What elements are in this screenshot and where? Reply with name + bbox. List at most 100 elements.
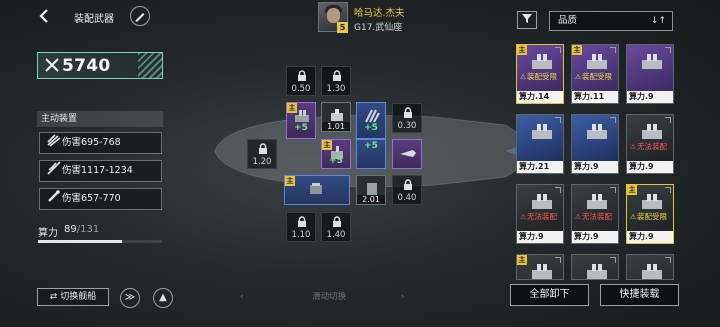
corner-marker <box>665 117 671 123</box>
locked-slot[interactable]: 1.40 <box>321 212 351 242</box>
lock-icon <box>333 216 341 227</box>
beam-emitter-icon <box>310 183 322 194</box>
equipped-slot[interactable]: +5 <box>356 102 386 139</box>
lock-icon <box>404 179 412 190</box>
slot-level: 2.01 <box>357 195 385 204</box>
slot-level: 1.01 <box>322 122 350 131</box>
equipped-slot[interactable] <box>392 139 422 169</box>
equip-status-text: 装配受限 <box>637 212 667 221</box>
compute-cost: 算力.9 <box>572 231 618 243</box>
compute-cost: 算力.9 <box>572 161 618 173</box>
slot-requirement: 0.30 <box>397 121 417 131</box>
main-weapon-tag: 主 <box>517 45 527 55</box>
lock-icon <box>298 70 306 81</box>
weapon-model-icon <box>587 54 607 69</box>
compute-current: 89 <box>64 224 77 235</box>
equip-status-text: 无法装配 <box>637 142 667 151</box>
equipment-card[interactable]: ⚠无法装配算力.9 <box>626 114 674 174</box>
sort-toggle-icon: ↓↑ <box>650 16 666 26</box>
equipment-card[interactable]: 算力.9 <box>626 44 674 104</box>
compute-cost: 算力.11 <box>572 91 618 103</box>
locked-slot[interactable]: 1.10 <box>286 212 316 242</box>
chevron-left-icon: ‹ <box>240 292 244 302</box>
equipped-slot[interactable]: 1.01 <box>321 102 351 132</box>
weapon-model-icon <box>642 54 662 69</box>
equip-status-text: 无法装配 <box>527 212 557 221</box>
weapon-model-icon <box>642 124 662 139</box>
swap-arrows-icon: ⇄ <box>49 292 61 302</box>
switch-ship-label: 切换舰船 <box>60 292 97 302</box>
corner-marker <box>665 187 671 193</box>
filter-button[interactable] <box>517 11 537 29</box>
locked-slot[interactable]: 0.30 <box>392 103 422 133</box>
equipped-slot[interactable]: 主 <box>284 175 350 205</box>
thruster-icon <box>400 150 416 157</box>
pilot-ship-name: G17.武仙座 <box>354 23 403 33</box>
warning-icon: ⚠ <box>629 213 637 221</box>
unequip-all-button[interactable]: 全部卸下 <box>510 284 589 306</box>
equipped-slot[interactable]: 主 +5 <box>321 139 351 169</box>
combat-power-panel: 5740 <box>37 52 163 79</box>
locked-slot[interactable]: 0.50 <box>286 66 316 96</box>
equip-status: ⚠装配受限 <box>574 71 612 82</box>
cannon-icon <box>331 109 343 121</box>
weapon-row[interactable]: 伤害657-770 <box>39 188 162 210</box>
warning-icon: ⚠ <box>629 143 637 151</box>
edit-button[interactable] <box>130 6 150 26</box>
wing-button[interactable]: ≫ <box>120 288 140 308</box>
locked-slot[interactable]: 1.20 <box>247 139 277 169</box>
equipment-card[interactable]: 主 <box>516 254 564 280</box>
equipment-card[interactable]: 算力.21 <box>516 114 564 174</box>
back-button[interactable] <box>36 7 54 25</box>
equip-status: ⚠无法装配 <box>574 211 612 222</box>
equipment-card[interactable] <box>571 254 619 280</box>
equip-status-text: 无法装配 <box>582 212 612 221</box>
turret-icon <box>295 110 309 122</box>
locked-slot[interactable]: 0.40 <box>392 175 422 205</box>
slot-requirement: 0.40 <box>397 193 417 203</box>
ship-emblem-button[interactable]: ▲ <box>153 288 173 308</box>
pencil-icon <box>135 13 145 22</box>
missile-salvo-icon <box>46 133 62 155</box>
equipped-slot[interactable]: 2.01 <box>356 175 386 205</box>
equipment-card[interactable]: ⚠无法装配算力.9 <box>571 184 619 244</box>
sort-dropdown[interactable]: 品质 ↓↑ <box>549 11 673 31</box>
corner-marker <box>610 47 616 53</box>
weapon-model-icon <box>532 124 552 139</box>
corner-marker <box>665 257 671 263</box>
missile-launcher-icon <box>365 109 380 123</box>
equipment-card[interactable]: 主 ⚠装配受限 算力.9 <box>626 184 674 244</box>
back-arrow-icon <box>39 9 48 23</box>
pilot-name: 哈马达.杰夫 <box>354 8 405 19</box>
rocket-icon <box>46 189 62 211</box>
swipe-hint-label: 滑动切换 <box>312 292 347 302</box>
switch-ship-button[interactable]: ⇄ 切换舰船 <box>37 288 109 306</box>
compute-cost: 算力.9 <box>627 91 673 103</box>
locked-slot[interactable]: 1.30 <box>321 66 351 96</box>
lock-icon <box>298 216 306 227</box>
equipped-slot[interactable]: +5 <box>356 139 386 169</box>
equip-status: ⚠装配受限 <box>629 211 667 222</box>
warning-icon: ⚠ <box>519 73 527 81</box>
upgrade-level: +5 <box>364 140 378 151</box>
compute-cost: 算力.9 <box>627 161 673 173</box>
equipment-card[interactable]: ⚠无法装配算力.9 <box>516 184 564 244</box>
compute-cost: 算力.21 <box>517 161 563 173</box>
weapon-row[interactable]: 伤害695-768 <box>39 132 162 154</box>
compute-cost: 算力.14 <box>517 91 563 103</box>
quick-equip-button[interactable]: 快捷装载 <box>600 284 679 306</box>
equipment-card[interactable]: 主 ⚠装配受限 算力.14 <box>516 44 564 104</box>
lock-icon <box>333 70 341 81</box>
pilot-rank-badge: 5 <box>337 22 348 33</box>
equip-status: ⚠无法装配 <box>519 211 557 222</box>
equipment-card[interactable]: 算力.9 <box>571 114 619 174</box>
compute-cost: 算力.9 <box>517 231 563 243</box>
swipe-hint: ‹ 滑动切换 › <box>240 290 404 302</box>
equipment-card[interactable] <box>626 254 674 280</box>
weapon-row[interactable]: 伤害1117-1234 <box>39 160 162 182</box>
compute-progress-fill <box>38 240 123 243</box>
equipment-card[interactable]: 主 ⚠装配受限 算力.11 <box>571 44 619 104</box>
equipped-slot[interactable]: 主 +5 <box>286 102 316 139</box>
pilot-info[interactable]: 5 哈马达.杰夫 G17.武仙座 <box>318 2 468 34</box>
crossed-swords-icon <box>44 57 60 77</box>
